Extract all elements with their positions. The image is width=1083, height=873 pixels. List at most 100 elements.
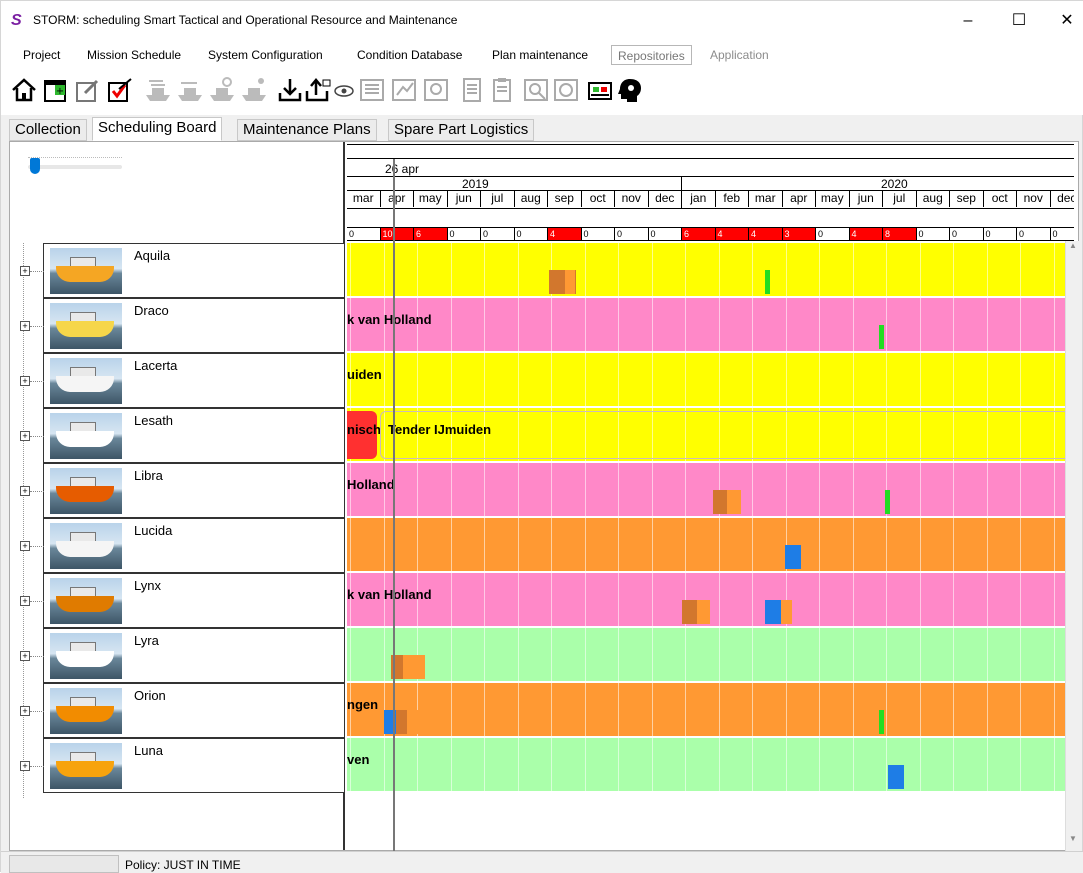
grid-line — [1020, 353, 1021, 406]
expand-icon[interactable]: + — [20, 651, 30, 661]
zoom-icon[interactable] — [551, 75, 581, 105]
vessel-row[interactable]: + Lyra — [20, 628, 345, 683]
vessel-lane[interactable]: ven — [347, 738, 1074, 793]
vessel-lane[interactable]: Holland — [347, 463, 1074, 518]
current-date-marker[interactable] — [393, 159, 395, 851]
expand-icon[interactable]: + — [20, 706, 30, 716]
check-schedule-icon[interactable] — [105, 75, 135, 105]
grid-line — [886, 738, 887, 791]
grid-line — [618, 738, 619, 791]
vessel-row[interactable]: + Luna — [20, 738, 345, 793]
grid-line — [819, 243, 820, 296]
tab-scheduling-board[interactable]: Scheduling Board — [92, 117, 223, 141]
vessel-row[interactable]: + Draco — [20, 298, 345, 353]
grid-line — [383, 738, 385, 791]
tree-branch — [30, 711, 44, 712]
clipboard-icon[interactable] — [487, 75, 517, 105]
vessel-lane[interactable] — [347, 518, 1074, 573]
vessel-lane[interactable]: k van Holland — [347, 573, 1074, 628]
maintenance-block[interactable] — [765, 270, 770, 294]
zoom-add-icon[interactable] — [521, 75, 551, 105]
menu-condition-database[interactable]: Condition Database — [351, 45, 468, 65]
menu-plan-maintenance[interactable]: Plan maintenance — [486, 45, 594, 65]
maintenance-block[interactable] — [727, 490, 741, 514]
expand-icon[interactable]: + — [20, 431, 30, 441]
maintenance-block[interactable] — [885, 490, 890, 514]
grid-line — [651, 683, 653, 736]
grid-line — [551, 463, 552, 516]
grid-line — [886, 628, 887, 681]
vessel-row[interactable]: + Orion — [20, 683, 345, 738]
vessel-tools-icon[interactable] — [239, 75, 269, 105]
vessel-row[interactable]: + Aquila — [20, 243, 345, 298]
maintenance-block[interactable] — [888, 765, 904, 789]
report-icon[interactable] — [357, 75, 387, 105]
header-line — [347, 158, 1074, 159]
grid-line — [819, 738, 820, 791]
menu-mission-schedule[interactable]: Mission Schedule — [81, 45, 187, 65]
eye-icon[interactable] — [329, 75, 359, 105]
zoom-slider[interactable] — [28, 152, 128, 182]
minimize-button[interactable]: – — [948, 7, 988, 35]
edit-schedule-icon[interactable] — [73, 75, 103, 105]
tree-branch — [30, 326, 44, 327]
vertical-scrollbar[interactable]: ▲ ▼ — [1065, 241, 1079, 851]
download-icon[interactable] — [275, 75, 305, 105]
scroll-down-icon[interactable]: ▼ — [1066, 834, 1080, 851]
document-icon[interactable] — [457, 75, 487, 105]
expand-icon[interactable]: + — [20, 761, 30, 771]
tab-maintenance-plans[interactable]: Maintenance Plans — [237, 119, 377, 141]
tab-collection[interactable]: Collection — [9, 119, 87, 141]
maintenance-block[interactable] — [879, 325, 884, 349]
slider-thumb[interactable] — [30, 158, 40, 174]
vessel-lane[interactable] — [347, 628, 1074, 683]
maintenance-block[interactable] — [781, 600, 792, 624]
maintenance-block[interactable] — [565, 270, 575, 294]
vessel-row[interactable]: + Libra — [20, 463, 345, 518]
search-tools-icon[interactable] — [421, 75, 451, 105]
close-button[interactable]: ✕ — [1047, 7, 1083, 35]
grid-line — [919, 628, 921, 681]
menu-repositories[interactable]: Repositories — [611, 45, 692, 65]
scroll-up-icon[interactable]: ▲ — [1066, 241, 1080, 258]
vessel-hull — [56, 486, 114, 502]
edit-vessel-icon[interactable] — [175, 75, 205, 105]
expand-icon[interactable]: + — [20, 486, 30, 496]
expand-icon[interactable]: + — [20, 376, 30, 386]
vessel-row[interactable]: + Lacerta — [20, 353, 345, 408]
menu-project[interactable]: Project — [17, 45, 66, 65]
maintenance-block[interactable] — [407, 710, 424, 734]
tab-spare-part-logistics[interactable]: Spare Part Logistics — [388, 119, 535, 141]
new-schedule-icon[interactable]: + — [41, 75, 71, 105]
expand-icon[interactable]: + — [20, 541, 30, 551]
grid-line — [852, 463, 854, 516]
maintenance-block[interactable] — [785, 545, 801, 569]
vessel-row[interactable]: + Lucida — [20, 518, 345, 573]
maintenance-block[interactable] — [879, 710, 884, 734]
window-title: STORM: scheduling Smart Tactical and Ope… — [33, 13, 458, 27]
grid-line — [618, 353, 619, 406]
vessel-lane[interactable]: nisch Tender IJmuiden — [347, 408, 1074, 463]
add-vessel-icon[interactable] — [143, 75, 173, 105]
plan-transfer-icon[interactable] — [585, 75, 615, 105]
advisor-head-icon[interactable] — [615, 75, 645, 105]
vessel-config-icon[interactable] — [207, 75, 237, 105]
expand-icon[interactable]: + — [20, 596, 30, 606]
grid-line — [417, 243, 418, 296]
vessel-lane[interactable]: ngen — [347, 683, 1074, 738]
vessel-hull — [56, 266, 114, 282]
menu-application[interactable]: Application — [704, 45, 775, 65]
expand-icon[interactable]: + — [20, 321, 30, 331]
maximize-button[interactable]: ☐ — [999, 7, 1039, 35]
vessel-row[interactable]: + Lesath — [20, 408, 345, 463]
maintenance-block[interactable] — [697, 600, 710, 624]
chart-edit-icon[interactable] — [389, 75, 419, 105]
home-icon[interactable] — [9, 75, 39, 105]
vessel-row[interactable]: + Lynx — [20, 573, 345, 628]
expand-icon[interactable]: + — [20, 266, 30, 276]
vessel-lane[interactable]: k van Holland — [347, 298, 1074, 353]
vessel-lane[interactable] — [347, 243, 1074, 298]
grid-line — [986, 298, 988, 351]
vessel-lane[interactable]: uiden — [347, 353, 1074, 408]
menu-system-configuration[interactable]: System Configuration — [202, 45, 329, 65]
